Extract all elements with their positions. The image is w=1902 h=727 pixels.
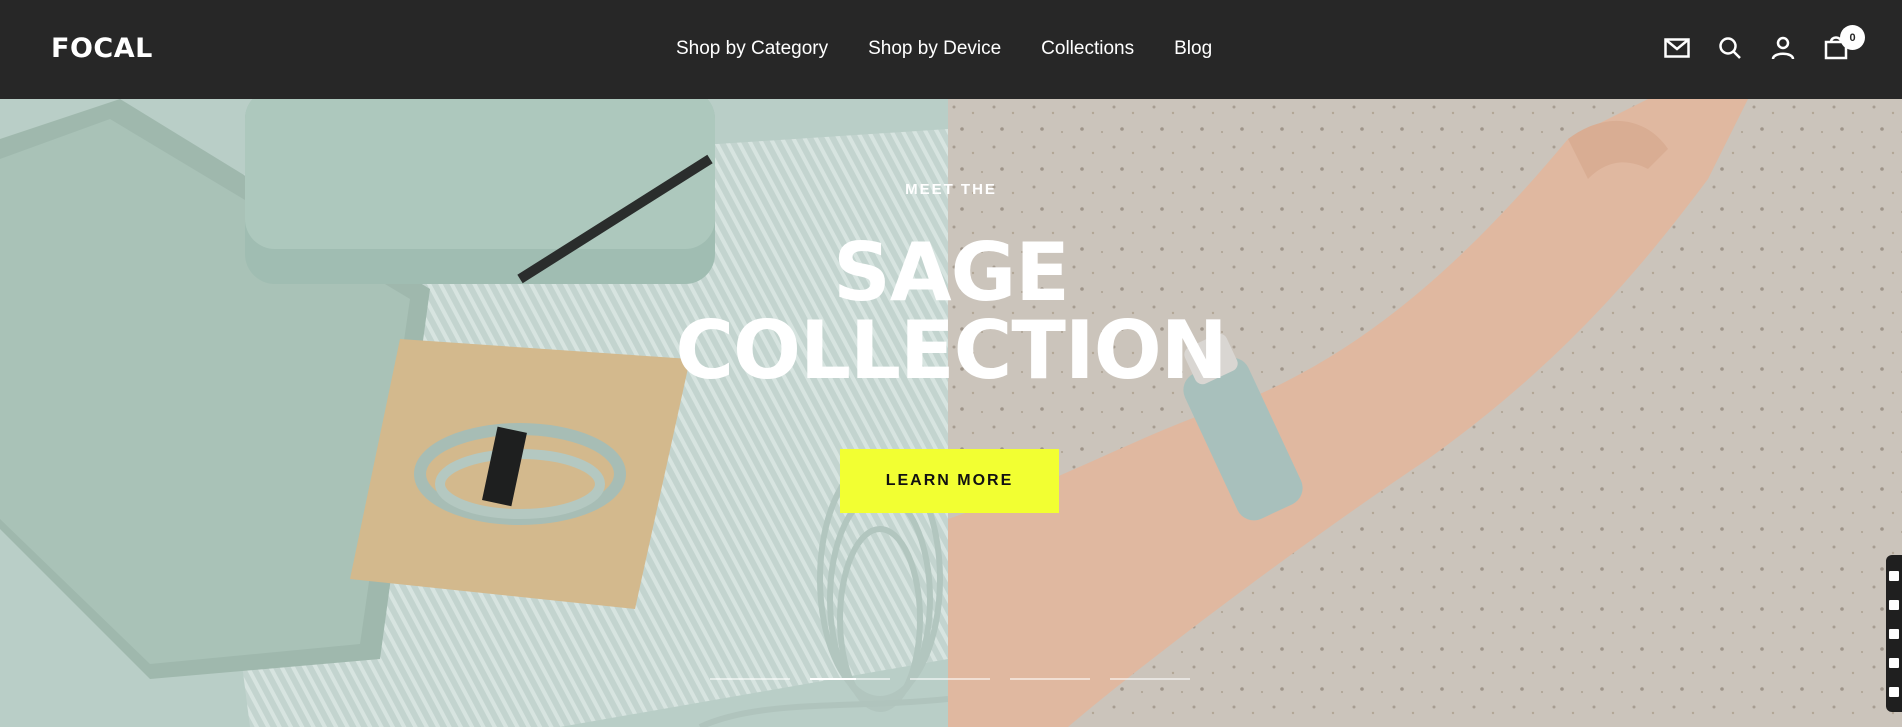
slide-dot-1[interactable] (710, 678, 790, 680)
search-icon[interactable] (1716, 34, 1744, 62)
learn-more-button[interactable]: LEARN MORE (840, 449, 1059, 513)
hero-eyebrow: MEET THE (905, 181, 997, 198)
widget-icon-3[interactable] (1889, 628, 1899, 639)
main-nav: Shop by Category Shop by Device Collecti… (676, 36, 1212, 62)
hero-banner: MEET THE SAGE COLLECTION LEARN MORE (0, 99, 1902, 727)
nav-shop-by-device[interactable]: Shop by Device (868, 36, 1001, 62)
cart-count-badge: 0 (1840, 25, 1865, 50)
cart-icon[interactable]: 0 (1822, 25, 1865, 62)
hero-title: SAGE COLLECTION (551, 233, 1351, 391)
hero-title-line2: COLLECTION (675, 304, 1227, 397)
widget-icon-5[interactable] (1889, 686, 1899, 697)
header-icons: 0 (1663, 25, 1865, 62)
page: FOCAL Shop by Category Shop by Device Co… (0, 0, 1902, 727)
nav-collections[interactable]: Collections (1041, 36, 1134, 62)
widget-icon-2[interactable] (1889, 599, 1899, 610)
brand-logo[interactable]: FOCAL (51, 34, 153, 64)
mail-icon[interactable] (1663, 34, 1691, 62)
slide-dot-3[interactable] (910, 678, 990, 680)
nav-shop-by-category[interactable]: Shop by Category (676, 36, 828, 62)
widget-icon-4[interactable] (1889, 657, 1899, 668)
nav-blog[interactable]: Blog (1174, 36, 1212, 62)
site-header: FOCAL Shop by Category Shop by Device Co… (0, 0, 1902, 99)
account-icon[interactable] (1769, 34, 1797, 62)
side-widget[interactable] (1886, 555, 1902, 712)
hero-content: MEET THE SAGE COLLECTION LEARN MORE (0, 99, 1902, 727)
slide-dot-5[interactable] (1110, 678, 1190, 680)
slide-indicators (710, 678, 1190, 680)
slide-dot-2[interactable] (810, 678, 890, 680)
slide-dot-4[interactable] (1010, 678, 1090, 680)
widget-icon-1[interactable] (1889, 570, 1899, 581)
